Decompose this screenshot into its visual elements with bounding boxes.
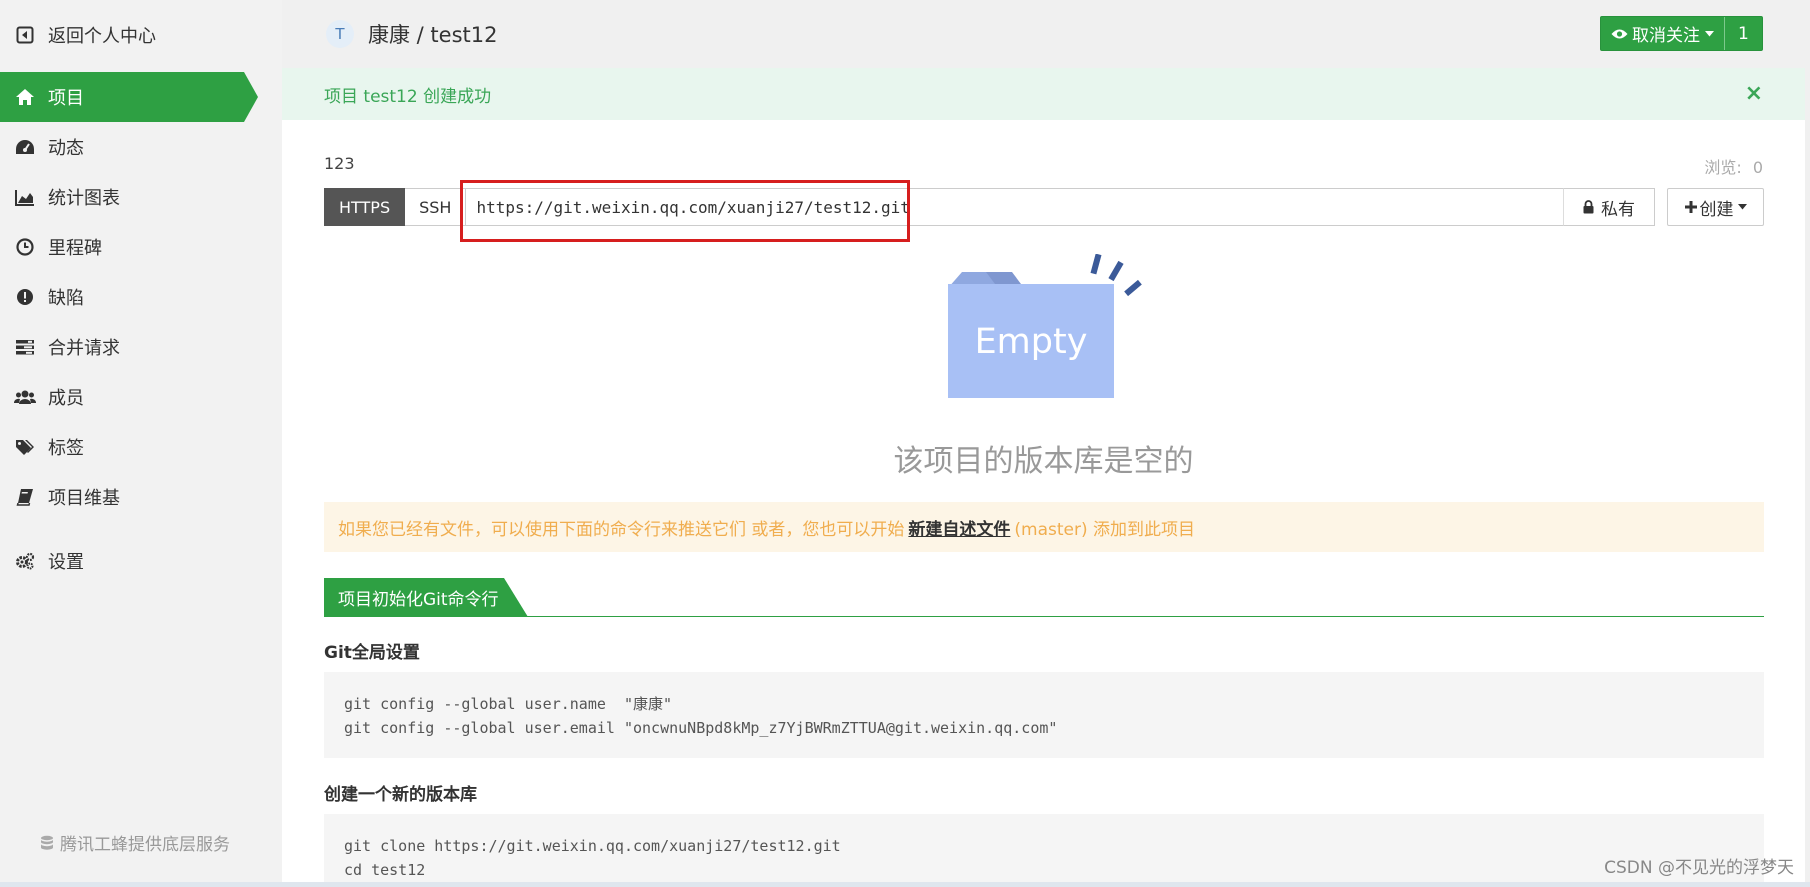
back-link-label: 返回个人中心 — [48, 25, 156, 47]
empty-folder-illustration: Empty — [942, 253, 1162, 414]
users-icon — [14, 386, 36, 408]
plus-icon — [1684, 201, 1697, 213]
sidebar-footer: 腾讯工蜂提供底层服务 — [40, 830, 230, 855]
unwatch-label: 取消关注 — [1632, 26, 1700, 46]
area-chart-icon — [14, 186, 36, 208]
watch-count[interactable]: 1 — [1725, 17, 1762, 50]
code-line: git config --global user.email "oncwnuNB… — [344, 719, 1058, 737]
sidebar-item-stats[interactable]: 统计图表 — [0, 172, 282, 222]
success-alert: 项目 test12 创建成功 × — [282, 68, 1805, 120]
sidebar-item-label: 项目 — [48, 88, 84, 109]
tags-icon — [14, 436, 36, 458]
sidebar-item-label: 标签 — [48, 438, 84, 459]
git-global-settings-title: Git全局设置 — [324, 643, 420, 663]
sidebar-item-label: 合并请求 — [48, 338, 120, 359]
lock-icon — [1583, 200, 1594, 214]
create-repo-code: git clone https://git.weixin.qq.com/xuan… — [324, 814, 1764, 887]
section-divider — [324, 616, 1764, 617]
sidebar-item-issues[interactable]: 缺陷 — [0, 272, 282, 322]
sidebar-item-merge-requests[interactable]: 合并请求 — [0, 322, 282, 372]
sidebar-item-label: 里程碑 — [48, 238, 102, 259]
database-icon — [40, 835, 54, 851]
sidebar-item-wiki[interactable]: 项目维基 — [0, 472, 282, 522]
book-icon — [14, 486, 36, 508]
create-repo-title: 创建一个新的版本库 — [324, 785, 477, 805]
breadcrumb[interactable]: 康康 / test12 — [368, 19, 497, 49]
caret-down-icon — [1737, 204, 1747, 210]
clone-url-input[interactable] — [466, 188, 1564, 226]
git-global-settings-code: git config --global user.name "康康" git co… — [324, 672, 1764, 758]
sidebar-item-tags[interactable]: 标签 — [0, 422, 282, 472]
app-root: 返回个人中心 项目 动态 统计图表 里程碑 缺陷 合并请求 成员 标签 项目维基… — [0, 0, 1810, 887]
hint-text-after: (master) 添加到此项目 — [1014, 519, 1196, 540]
clock-icon — [14, 236, 36, 258]
back-square-icon — [14, 24, 36, 46]
watch-button-group: 取消关注 1 — [1600, 16, 1763, 51]
footer-text: 腾讯工蜂提供底层服务 — [60, 835, 230, 855]
sidebar-item-label: 项目维基 — [48, 488, 120, 509]
hint-text-before: 如果您已经有文件，可以使用下面的命令行来推送它们 或者，您也可以开始 — [338, 519, 905, 540]
eye-icon — [1611, 28, 1628, 40]
visibility-badge: 私有 — [1563, 188, 1655, 226]
code-line: git clone https://git.weixin.qq.com/xuan… — [344, 837, 841, 855]
csdn-watermark: CSDN @不见光的浮梦天 — [1604, 858, 1794, 878]
unwatch-button[interactable]: 取消关注 — [1601, 17, 1725, 50]
create-dropdown-button[interactable]: 创建 — [1667, 188, 1764, 226]
sidebar-item-label: 动态 — [48, 138, 84, 159]
code-line: git config --global user.name "康康" — [344, 695, 673, 713]
sidebar-item-activity[interactable]: 动态 — [0, 122, 282, 172]
readme-hint-alert: 如果您已经有文件，可以使用下面的命令行来推送它们 或者，您也可以开始 新建自述文… — [324, 502, 1764, 552]
tasks-icon — [14, 336, 36, 358]
project-header: T 康康 / test12 取消关注 1 — [282, 0, 1810, 68]
home-icon — [14, 86, 36, 108]
visibility-label: 私有 — [1601, 199, 1635, 220]
project-avatar: T — [326, 20, 354, 48]
caret-down-icon — [1705, 30, 1714, 37]
sidebar-item-label: 设置 — [48, 552, 84, 573]
https-button[interactable]: HTTPS — [324, 188, 406, 226]
sidebar-item-project[interactable]: 项目 — [0, 72, 258, 122]
views-label: 浏览: — [1704, 158, 1742, 177]
code-line: cd test12 — [344, 861, 426, 879]
cogs-icon — [14, 550, 36, 572]
new-readme-link[interactable]: 新建自述文件 — [908, 515, 1010, 540]
project-description: 123 — [324, 154, 355, 173]
sidebar: 返回个人中心 项目 动态 统计图表 里程碑 缺陷 合并请求 成员 标签 项目维基… — [0, 0, 282, 887]
sidebar-item-label: 缺陷 — [48, 288, 84, 309]
sidebar-item-members[interactable]: 成员 — [0, 372, 282, 422]
sidebar-nav: 项目 动态 统计图表 里程碑 缺陷 合并请求 成员 标签 项目维基 设置 — [0, 72, 282, 586]
clone-url-bar: HTTPS SSH 私有 创建 — [324, 188, 1764, 226]
ssh-button[interactable]: SSH — [405, 188, 467, 226]
empty-label: Empty — [974, 322, 1088, 362]
empty-repo-title: 该项目的版本库是空的 — [893, 444, 1194, 479]
sidebar-item-label: 成员 — [48, 388, 84, 409]
sidebar-item-label: 统计图表 — [48, 188, 120, 209]
sidebar-item-milestones[interactable]: 里程碑 — [0, 222, 282, 272]
success-alert-text: 项目 test12 创建成功 — [324, 86, 492, 107]
main-panel: 项目 test12 创建成功 × 123 浏览: 0 HTTPS SSH 私有 … — [282, 68, 1805, 887]
back-to-profile-link[interactable]: 返回个人中心 — [0, 12, 282, 57]
sidebar-item-settings[interactable]: 设置 — [0, 536, 282, 586]
dashboard-icon — [14, 136, 36, 158]
exclamation-circle-icon — [14, 286, 36, 308]
bottom-scroll-edge — [0, 882, 1810, 887]
views-count: 0 — [1752, 158, 1763, 177]
git-init-section-tab: 项目初始化Git命令行 — [324, 578, 528, 617]
views-counter: 浏览: 0 — [1704, 154, 1763, 178]
close-icon[interactable]: × — [1745, 81, 1763, 106]
create-label: 创建 — [1699, 199, 1734, 220]
